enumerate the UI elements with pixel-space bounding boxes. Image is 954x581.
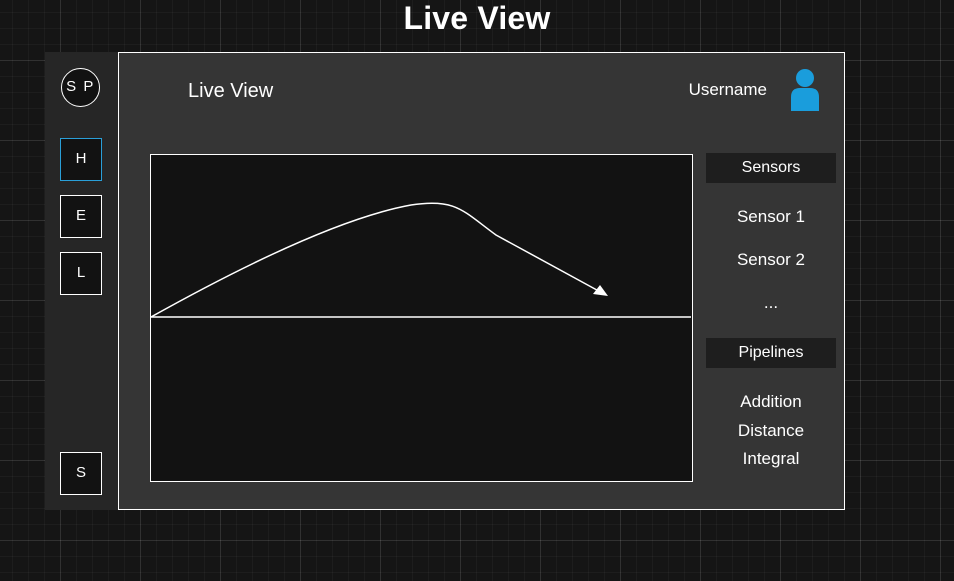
sensors-more: ... [763, 293, 779, 312]
user-icon[interactable] [788, 67, 822, 111]
nav-button-e[interactable]: E [60, 195, 102, 238]
panel-title: Live View [188, 80, 274, 102]
sensor-item[interactable]: Sensor 2 [706, 250, 836, 270]
pipelines-header[interactable]: Pipelines [706, 338, 836, 368]
graph-canvas [151, 202, 691, 318]
username-label[interactable]: Username [689, 80, 767, 100]
pipeline-item[interactable]: Distance [706, 421, 836, 441]
logo: S P [61, 68, 100, 107]
pipeline-item[interactable]: Integral [706, 449, 836, 469]
sensors-header[interactable]: Sensors [706, 153, 836, 183]
page-title: Live View [403, 0, 551, 36]
settings-button[interactable]: S [60, 452, 102, 495]
arrow-head-icon [593, 285, 608, 296]
sidebar: S P H E L S [45, 52, 118, 510]
main-panel: Live View Username Sensors Sensor 1 Sens… [118, 52, 845, 510]
graph-area [150, 154, 693, 482]
nav-button-h[interactable]: H [60, 138, 102, 181]
graph-curve [151, 202, 607, 318]
sensor-item[interactable]: Sensor 1 [706, 207, 836, 227]
pipeline-item[interactable]: Addition [706, 392, 836, 412]
nav-button-l[interactable]: L [60, 252, 102, 295]
